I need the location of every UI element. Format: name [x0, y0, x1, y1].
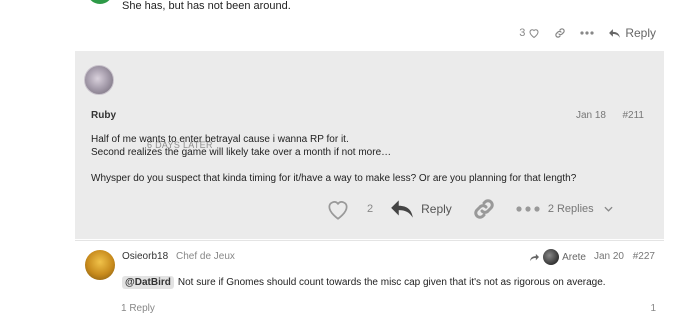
- link-icon[interactable]: [472, 197, 496, 221]
- heart-icon: [529, 29, 539, 39]
- post-date[interactable]: Jan 18: [576, 110, 606, 121]
- post-body-line: Whysper do you suspect that kinda timing…: [91, 173, 577, 184]
- reply-to-username: Arete: [562, 251, 586, 263]
- show-replies-button[interactable]: 2 Replies: [548, 203, 613, 215]
- right-margin: [664, 0, 690, 311]
- post-number: #211: [622, 110, 644, 121]
- reply-to-tab[interactable]: Arete: [529, 249, 586, 265]
- show-replies-button[interactable]: 1 Reply: [121, 303, 155, 314]
- reply-to-avatar: [543, 249, 560, 265]
- user-title: Chef de Jeux: [176, 251, 235, 262]
- user-mention[interactable]: @DatBird: [122, 276, 174, 289]
- link-icon[interactable]: [554, 27, 566, 39]
- post-next: Osieorb18 Chef de Jeux Arete Jan 20 #227…: [75, 240, 664, 314]
- reply-arrow-icon: [530, 253, 540, 261]
- post-date[interactable]: Jan 20: [594, 251, 624, 262]
- avatar[interactable]: [87, 0, 113, 4]
- avatar[interactable]: [84, 65, 114, 95]
- avatar[interactable]: [85, 250, 115, 280]
- reply-label: Reply: [625, 26, 656, 40]
- chevron-down-icon: [604, 206, 613, 212]
- post-body: She has, but has not been around.: [122, 0, 291, 12]
- post-body-line: Second realizes the game will likely tak…: [91, 147, 392, 158]
- more-options-icon[interactable]: [516, 206, 540, 212]
- post-actions: 3 Reply: [519, 24, 656, 42]
- like-count: 3: [519, 27, 526, 39]
- like-button[interactable]: 3: [519, 27, 540, 39]
- post-body-line: Half of me wants to enter betrayal cause…: [91, 134, 349, 145]
- like-count[interactable]: 1: [650, 303, 656, 314]
- post-body-text: Not sure if Gnomes should count towards …: [177, 277, 606, 288]
- replies-label: 2 Replies: [547, 203, 594, 215]
- post-body: @DatBird Not sure if Gnomes should count…: [122, 276, 606, 289]
- reply-button[interactable]: Reply: [389, 198, 452, 220]
- reply-button[interactable]: Reply: [608, 26, 656, 40]
- more-options-icon[interactable]: [580, 31, 594, 35]
- post-actions: 2 Reply 2 Replies: [325, 195, 613, 223]
- reply-label: Reply: [421, 202, 452, 216]
- post-body: Half of me wants to enter betrayal cause…: [91, 133, 631, 185]
- post-previous: She has, but has not been around. 3 Repl…: [75, 0, 664, 50]
- post-highlighted: Ruby Jan 18 #211 6 DAYS LATER Half of me…: [75, 51, 664, 239]
- reply-arrow-icon: [391, 200, 413, 218]
- post-number: #227: [632, 251, 655, 262]
- like-count[interactable]: 2: [367, 203, 373, 215]
- reply-arrow-icon: [609, 28, 621, 38]
- post-actions: 1: [650, 303, 656, 314]
- left-margin: [0, 0, 75, 311]
- post-username[interactable]: Ruby: [91, 110, 116, 121]
- post-username[interactable]: Osieorb18: [122, 251, 168, 262]
- heart-icon[interactable]: [325, 196, 351, 222]
